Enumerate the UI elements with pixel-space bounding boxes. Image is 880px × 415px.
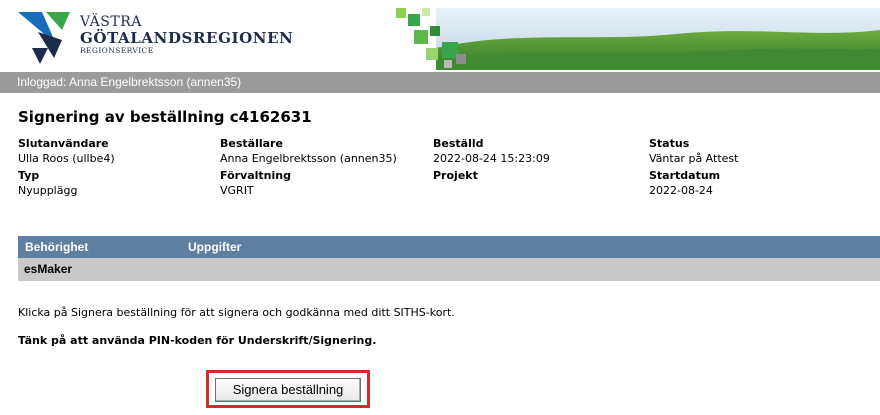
bestallare-label: Beställare bbox=[220, 137, 283, 150]
bestallare-value: Anna Engelbrektsson (annen35) bbox=[220, 152, 397, 165]
slutanvandare-label: Slutanvändare bbox=[18, 137, 109, 150]
pin-notice-text: Tänk på att använda PIN-koden för Unders… bbox=[18, 334, 377, 347]
column-header-uppgifter: Uppgifter bbox=[188, 240, 242, 254]
typ-value: Nyupplägg bbox=[18, 184, 78, 197]
startdatum-label: Startdatum bbox=[649, 169, 721, 182]
typ-label: Typ bbox=[18, 169, 40, 182]
sign-order-button[interactable]: Signera beställning bbox=[215, 378, 361, 402]
header-landscape-banner bbox=[396, 8, 880, 70]
vgr-logo: VÄSTRA GÖTALANDSREGIONEN REGIONSERVICE bbox=[18, 12, 293, 68]
status-label: Status bbox=[649, 137, 690, 150]
slutanvandare-value: Ulla Roos (ullbe4) bbox=[18, 152, 115, 165]
vgr-logo-mark-icon bbox=[18, 12, 70, 64]
projekt-label: Projekt bbox=[433, 169, 478, 182]
login-status-bar: Inloggad: Anna Engelbrektsson (annen35) bbox=[0, 72, 880, 93]
startdatum-value: 2022-08-24 bbox=[649, 184, 713, 197]
page-header: VÄSTRA GÖTALANDSREGIONEN REGIONSERVICE bbox=[0, 0, 880, 72]
highlight-frame: Signera beställning bbox=[206, 370, 370, 408]
status-value: Väntar på Attest bbox=[649, 152, 739, 165]
column-header-behorighet: Behörighet bbox=[25, 240, 89, 254]
logo-line-3: REGIONSERVICE bbox=[80, 46, 154, 55]
bestalld-value: 2022-08-24 15:23:09 bbox=[433, 152, 550, 165]
forvaltning-value: VGRIT bbox=[220, 184, 254, 197]
logo-line-2: GÖTALANDSREGIONEN bbox=[80, 29, 294, 47]
page-title: Signering av beställning c4162631 bbox=[18, 108, 312, 126]
forvaltning-label: Förvaltning bbox=[220, 169, 291, 182]
permissions-table-header: Behörighet Uppgifter bbox=[18, 236, 880, 258]
sign-instruction-text: Klicka på Signera beställning för att si… bbox=[18, 306, 455, 319]
table-row: esMaker bbox=[18, 258, 880, 281]
bestalld-label: Beställd bbox=[433, 137, 484, 150]
logged-in-user-text: Inloggad: Anna Engelbrektsson (annen35) bbox=[17, 75, 242, 89]
behorighet-cell: esMaker bbox=[24, 262, 73, 276]
logo-line-1: VÄSTRA bbox=[80, 14, 142, 30]
